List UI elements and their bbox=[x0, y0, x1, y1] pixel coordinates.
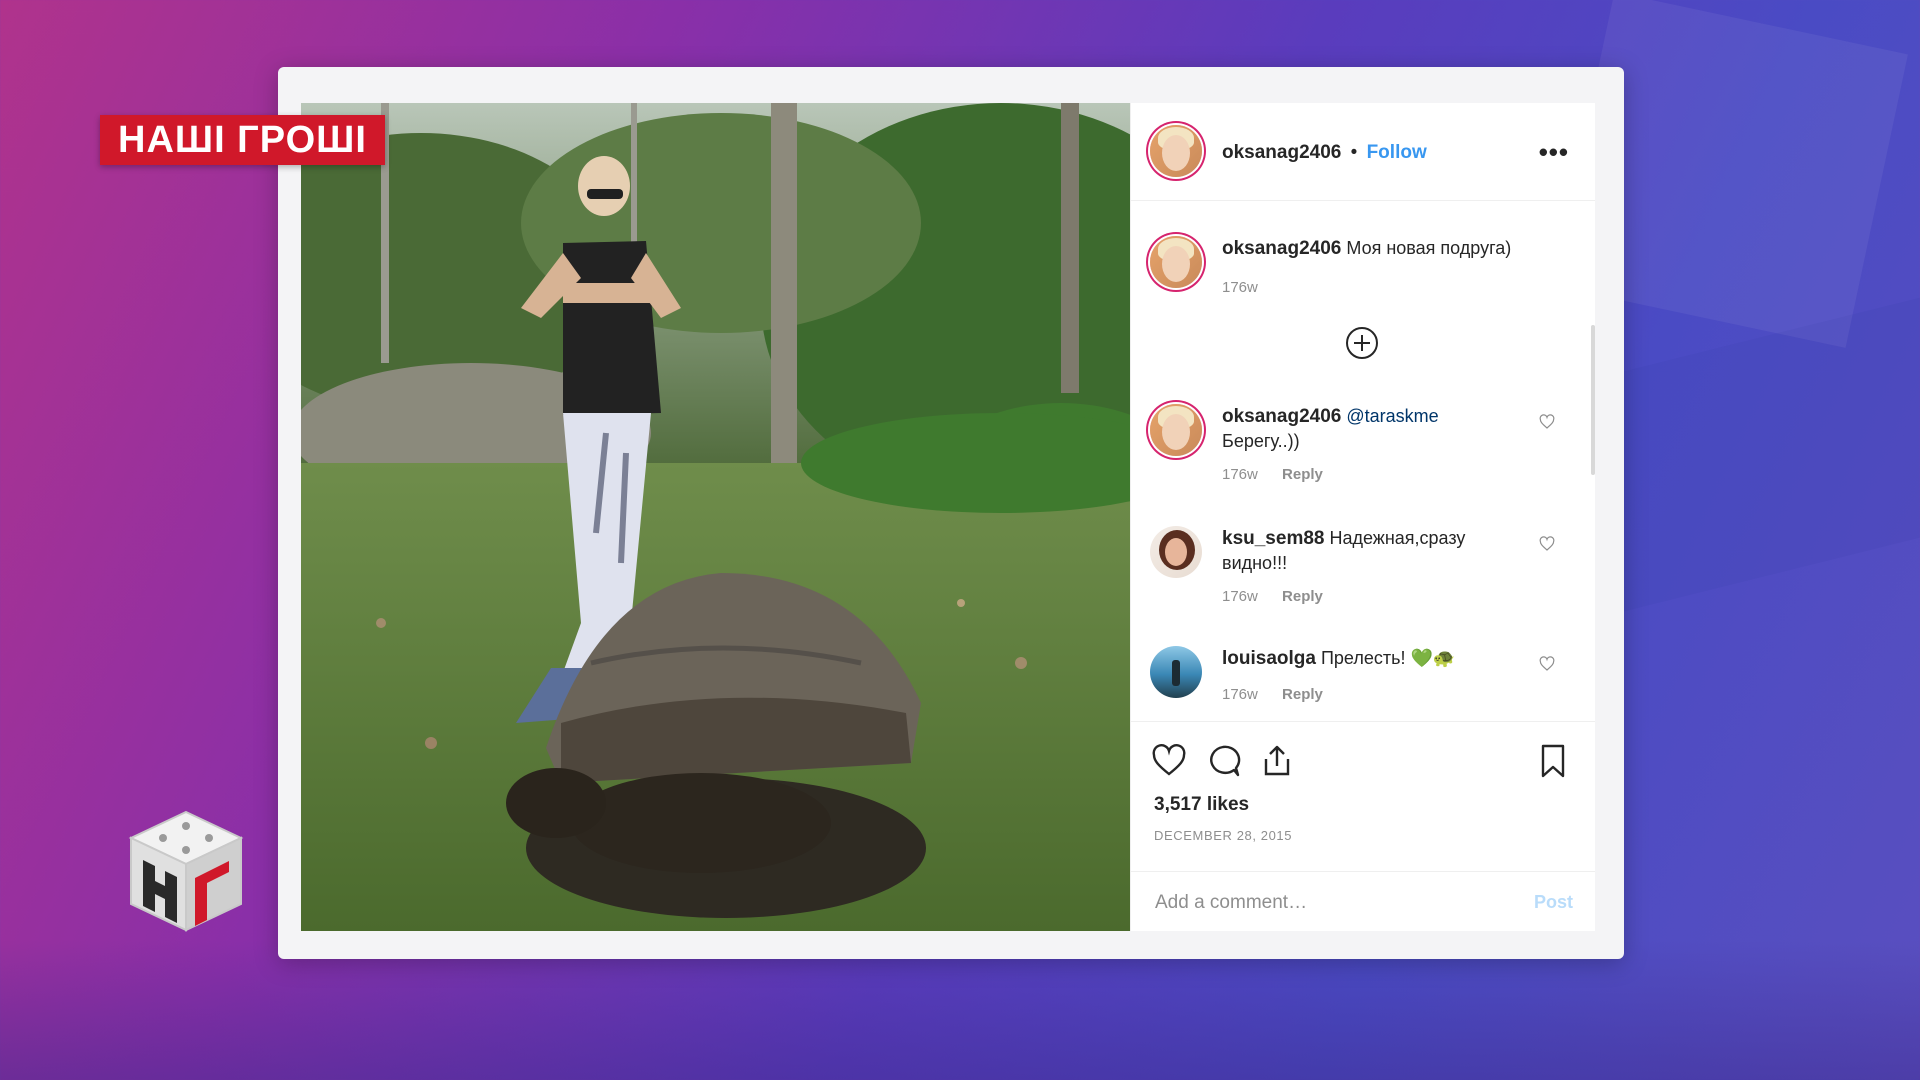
heart-icon[interactable] bbox=[1539, 536, 1555, 552]
plus-circle-icon[interactable] bbox=[1345, 326, 1379, 360]
caption-meta: 176w bbox=[1222, 279, 1258, 296]
heart-icon[interactable] bbox=[1150, 742, 1188, 780]
add-comment-bar: Post bbox=[1131, 871, 1595, 933]
dice-logo-icon bbox=[128, 810, 244, 932]
post-date: DECEMBER 28, 2015 bbox=[1154, 828, 1293, 843]
likes-count[interactable]: 3,517 likes bbox=[1154, 794, 1249, 816]
post-side-panel: oksanag2406 • Follow ••• oksanag2406 Моя… bbox=[1130, 103, 1595, 931]
comment-input[interactable] bbox=[1153, 886, 1497, 920]
heart-icon[interactable] bbox=[1539, 656, 1555, 672]
comment-meta: 176w Reply bbox=[1222, 686, 1323, 703]
comment-age: 176w bbox=[1222, 466, 1258, 483]
comment-username[interactable]: louisaolga bbox=[1222, 648, 1316, 669]
background-shape bbox=[1580, 277, 1920, 623]
comment-body: Прелесть! 💚🐢 bbox=[1320, 648, 1456, 668]
author-avatar[interactable] bbox=[1150, 125, 1202, 177]
commenter-avatar[interactable] bbox=[1150, 646, 1202, 698]
follow-button[interactable]: Follow bbox=[1367, 142, 1427, 163]
commenter-avatar[interactable] bbox=[1150, 404, 1202, 456]
share-icon[interactable] bbox=[1258, 742, 1296, 780]
comment-username[interactable]: oksanag2406 bbox=[1222, 406, 1341, 427]
comment-age: 176w bbox=[1222, 686, 1258, 703]
bookmark-icon[interactable] bbox=[1534, 742, 1572, 780]
commenter-avatar[interactable] bbox=[1150, 526, 1202, 578]
caption-avatar[interactable] bbox=[1150, 236, 1202, 288]
comment-text: louisaolga Прелесть! 💚🐢 bbox=[1222, 646, 1522, 671]
reply-button[interactable]: Reply bbox=[1282, 466, 1323, 483]
background-gradient bbox=[0, 940, 1920, 1080]
comments-scrollbar[interactable] bbox=[1591, 325, 1595, 475]
comment-icon[interactable] bbox=[1204, 742, 1242, 780]
comment-body: Берегу..)) bbox=[1222, 431, 1300, 451]
comment-mention[interactable]: @taraskme bbox=[1346, 406, 1438, 426]
channel-logo: НАШІ ГРОШІ bbox=[100, 115, 385, 165]
caption-username[interactable]: oksanag2406 bbox=[1222, 238, 1341, 259]
photo-illustration bbox=[301, 103, 1130, 931]
separator-dot: • bbox=[1350, 142, 1358, 163]
reply-button[interactable]: Reply bbox=[1282, 686, 1323, 703]
post-photo[interactable] bbox=[301, 103, 1130, 931]
post-comment-button[interactable]: Post bbox=[1534, 892, 1573, 913]
comment-text: oksanag2406 @taraskme Берегу..)) bbox=[1222, 404, 1522, 454]
comment-meta: 176w Reply bbox=[1222, 588, 1323, 605]
comment-age: 176w bbox=[1222, 588, 1258, 605]
caption-age: 176w bbox=[1222, 279, 1258, 296]
heart-icon[interactable] bbox=[1539, 414, 1555, 430]
reply-button[interactable]: Reply bbox=[1282, 588, 1323, 605]
author-username[interactable]: oksanag2406 bbox=[1222, 142, 1341, 163]
comment-meta: 176w Reply bbox=[1222, 466, 1323, 483]
more-options-icon[interactable]: ••• bbox=[1539, 137, 1569, 168]
author-line: oksanag2406 • Follow bbox=[1222, 142, 1427, 164]
post-actions: 3,517 likes DECEMBER 28, 2015 Post bbox=[1131, 721, 1595, 932]
caption-body: Моя новая подруга) bbox=[1346, 238, 1512, 258]
comment-text: ksu_sem88 Надежная,сразу видно!!! bbox=[1222, 526, 1522, 576]
post-header: oksanag2406 • Follow ••• bbox=[1131, 103, 1595, 201]
comments-list[interactable]: oksanag2406 Моя новая подруга) 176w oksa… bbox=[1131, 201, 1595, 721]
caption-text: oksanag2406 Моя новая подруга) bbox=[1222, 236, 1522, 261]
comment-username[interactable]: ksu_sem88 bbox=[1222, 528, 1324, 549]
